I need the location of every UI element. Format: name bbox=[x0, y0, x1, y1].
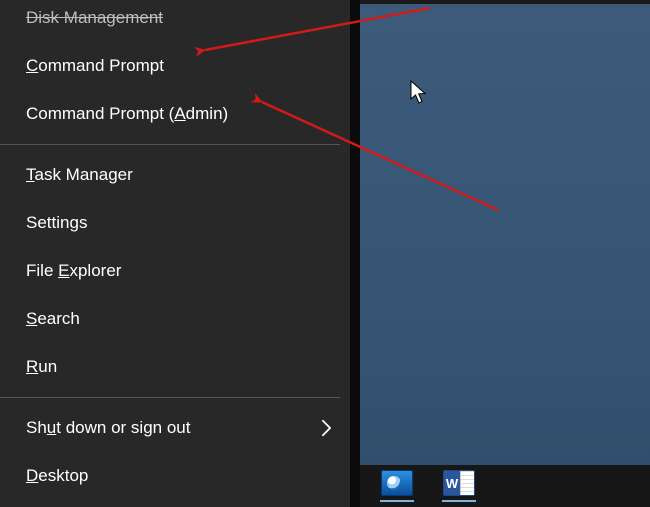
menu-item-disk-management[interactable]: Disk Management bbox=[0, 0, 350, 42]
window-border-top bbox=[360, 0, 650, 4]
menu-item-search[interactable]: Search bbox=[0, 295, 350, 343]
menu-item-command-prompt[interactable]: Command Prompt bbox=[0, 42, 350, 90]
menu-item-settings[interactable]: Settings bbox=[0, 199, 350, 247]
menu-separator bbox=[0, 144, 340, 145]
menu-item-shut-down-or-sign-out[interactable]: Shut down or sign out bbox=[0, 404, 350, 452]
taskbar-app-media[interactable] bbox=[380, 470, 414, 502]
menu-item-label: Disk Management bbox=[26, 8, 163, 27]
menu-item-label: Run bbox=[26, 357, 57, 376]
menu-item-run[interactable]: Run bbox=[0, 343, 350, 391]
winx-power-user-menu: Disk Management Command Prompt Command P… bbox=[0, 0, 350, 507]
menu-item-label: Search bbox=[26, 309, 80, 328]
menu-item-label: Settings bbox=[26, 213, 87, 232]
word-icon: W bbox=[443, 470, 475, 496]
taskbar: W bbox=[360, 465, 650, 507]
media-app-icon bbox=[381, 470, 413, 496]
menu-item-label: Command Prompt (Admin) bbox=[26, 104, 228, 123]
menu-separator bbox=[0, 397, 340, 398]
menu-item-label: File Explorer bbox=[26, 261, 121, 280]
window-border bbox=[350, 0, 360, 507]
taskbar-active-underline bbox=[380, 500, 414, 502]
menu-item-file-explorer[interactable]: File Explorer bbox=[0, 247, 350, 295]
menu-item-task-manager[interactable]: Task Manager bbox=[0, 151, 350, 199]
menu-item-command-prompt-admin[interactable]: Command Prompt (Admin) bbox=[0, 90, 350, 138]
chevron-right-icon bbox=[321, 419, 332, 437]
mouse-cursor-icon bbox=[410, 80, 428, 106]
menu-item-label: Desktop bbox=[26, 466, 88, 485]
menu-item-label: Task Manager bbox=[26, 165, 133, 184]
taskbar-app-word[interactable]: W bbox=[442, 470, 476, 502]
menu-item-label: Shut down or sign out bbox=[26, 418, 190, 437]
taskbar-active-underline bbox=[442, 500, 476, 502]
desktop-background[interactable] bbox=[360, 0, 650, 507]
menu-item-desktop[interactable]: Desktop bbox=[0, 452, 350, 500]
menu-item-label: Command Prompt bbox=[26, 56, 164, 75]
